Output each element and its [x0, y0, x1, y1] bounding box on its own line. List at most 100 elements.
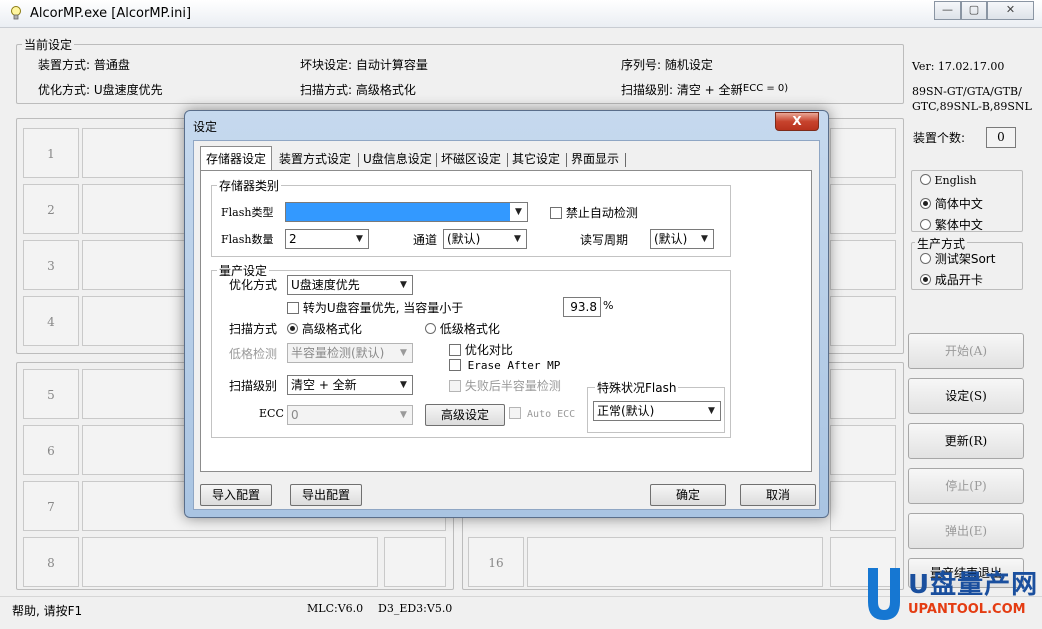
slot-4-number[interactable]: 4	[23, 296, 79, 346]
dialog-title: 设定	[193, 120, 218, 134]
slot-2-number[interactable]: 2	[23, 184, 79, 234]
scan-mode-label: 扫描方式	[229, 322, 278, 336]
tab-separator	[566, 153, 567, 167]
slot-8-number[interactable]: 8	[23, 537, 79, 587]
start-button[interactable]: 开始(A)	[908, 333, 1024, 369]
percent-label: %	[603, 299, 614, 312]
slot-3-number[interactable]: 3	[23, 240, 79, 290]
production-radio-card[interactable]	[920, 274, 931, 285]
language-option-english[interactable]: English	[920, 174, 976, 187]
rw-cycle-select[interactable]: (默认) ▼	[650, 229, 714, 249]
optimize-select[interactable]: U盘速度优先 ▼	[287, 275, 413, 295]
slot-1-number[interactable]: 1	[23, 128, 79, 178]
eject-button[interactable]: 弹出(E)	[908, 513, 1024, 549]
d3-version: D3_ED3:V5.0	[378, 602, 453, 615]
flash-type-select[interactable]: ▼	[285, 202, 528, 222]
optimize-compare-checkbox[interactable]	[449, 344, 461, 356]
models-line-1: 89SN-GT/GTA/GTB/	[912, 85, 1022, 98]
special-flash-select[interactable]: 正常(默认) ▼	[593, 401, 721, 421]
chevron-down-icon[interactable]: ▼	[395, 344, 412, 362]
channel-select[interactable]: (默认) ▼	[443, 229, 527, 249]
erase-after-mp-option[interactable]: Erase After MP	[449, 359, 560, 372]
language-radio-simplified[interactable]	[920, 198, 931, 209]
language-option-traditional[interactable]: 繁体中文	[920, 216, 983, 233]
refresh-button[interactable]: 更新(R)	[908, 423, 1024, 459]
maximize-button[interactable]: ▢	[961, 1, 987, 20]
chevron-down-icon[interactable]: ▼	[395, 276, 412, 294]
ok-button[interactable]: 确定	[650, 484, 726, 506]
device-count-label: 装置个数:	[913, 131, 966, 145]
erase-after-mp-checkbox[interactable]	[449, 359, 461, 371]
chevron-down-icon[interactable]: ▼	[395, 406, 412, 424]
scan-low-radio[interactable]	[425, 323, 436, 334]
chevron-down-icon[interactable]: ▼	[395, 376, 412, 394]
stop-button[interactable]: 停止(P)	[908, 468, 1024, 504]
models-line-2: GTC,89SNL-B,89SNL	[912, 100, 1032, 113]
chevron-down-icon[interactable]: ▼	[351, 230, 368, 248]
language-option-simplified[interactable]: 简体中文	[920, 195, 983, 212]
tab-separator	[625, 153, 626, 167]
slot-8-status	[82, 537, 378, 587]
tab-separator	[507, 153, 508, 167]
ecc-select[interactable]: 0 ▼	[287, 405, 413, 425]
low-check-select[interactable]: 半容量检测(默认) ▼	[287, 343, 413, 363]
chevron-down-icon[interactable]: ▼	[703, 402, 720, 420]
settings-dialog: 设定 X 存储器设定 装置方式设定 U盘信息设定 坏磁区设定 其它设定 界面显示…	[184, 110, 829, 518]
chevron-down-icon[interactable]: ▼	[509, 230, 526, 248]
import-config-button[interactable]: 导入配置	[200, 484, 272, 506]
device-mode-text: 装置方式: 普通盘	[38, 58, 130, 72]
optimize-compare-option[interactable]: 优化对比	[449, 341, 513, 358]
production-option-sort[interactable]: 测试架Sort	[920, 250, 995, 267]
cancel-button[interactable]: 取消	[740, 484, 816, 506]
tab-other[interactable]: 其它设定	[512, 148, 560, 170]
tab-device-mode[interactable]: 装置方式设定	[279, 148, 351, 170]
language-radio-english[interactable]	[920, 174, 931, 185]
capacity-threshold-input[interactable]: 93.8	[563, 297, 601, 317]
scan-high-option[interactable]: 高级格式化	[287, 320, 362, 337]
scan-high-radio[interactable]	[287, 323, 298, 334]
slot-6-number[interactable]: 6	[23, 425, 79, 475]
dialog-close-button[interactable]: X	[775, 112, 819, 131]
low-check-label: 低格检测	[229, 347, 278, 361]
fail-half-option[interactable]: 失败后半容量检测	[449, 377, 561, 394]
disable-autodetect-checkbox[interactable]	[550, 207, 562, 219]
tab-storage[interactable]: 存储器设定	[200, 146, 273, 171]
flash-type-label: Flash类型	[221, 206, 274, 219]
slot-5-number[interactable]: 5	[23, 369, 79, 419]
bad-block-text: 坏块设定: 自动计算容量	[300, 58, 428, 72]
chevron-down-icon[interactable]: ▼	[510, 203, 527, 221]
close-button[interactable]: ✕	[987, 1, 1034, 20]
auto-ecc-option[interactable]: Auto ECC	[509, 407, 575, 420]
storage-tab-panel: 存储器类别 Flash类型 ▼ 禁止自动检测 Flash数量 2 ▼ 通道 (默…	[200, 170, 812, 472]
scan-low-option[interactable]: 低级格式化	[425, 320, 500, 337]
auto-ecc-checkbox[interactable]	[509, 407, 521, 419]
export-config-button[interactable]: 导出配置	[290, 484, 362, 506]
capacity-priority-checkbox[interactable]	[287, 302, 299, 314]
ecc-note-text: (ECC = 0)	[739, 83, 789, 94]
tab-udisk-info[interactable]: U盘信息设定	[363, 148, 432, 170]
tab-separator	[358, 153, 359, 167]
capacity-priority-option[interactable]: 转为U盘容量优先, 当容量小于	[287, 299, 463, 316]
language-radio-traditional[interactable]	[920, 219, 931, 230]
production-option-card[interactable]: 成品开卡	[920, 271, 983, 288]
settings-button[interactable]: 设定(S)	[908, 378, 1024, 414]
scan-level-select[interactable]: 清空 + 全新 ▼	[287, 375, 413, 395]
slot-7-number[interactable]: 7	[23, 481, 79, 531]
chevron-down-icon[interactable]: ▼	[696, 230, 713, 248]
disable-autodetect-option[interactable]: 禁止自动检测	[550, 204, 638, 221]
fail-half-checkbox[interactable]	[449, 380, 461, 392]
slot-9-extra	[830, 128, 896, 178]
tab-display[interactable]: 界面显示	[571, 148, 619, 170]
slot-16-number[interactable]: 16	[468, 537, 524, 587]
slot-12-extra	[830, 296, 896, 346]
version-text: Ver: 17.02.17.00	[912, 60, 1005, 73]
production-radio-sort[interactable]	[920, 253, 931, 264]
minimize-button[interactable]: —	[934, 1, 961, 20]
lightbulb-icon	[11, 6, 21, 20]
advanced-settings-button[interactable]: 高级设定	[425, 404, 505, 426]
tab-bad-sector[interactable]: 坏磁区设定	[441, 148, 501, 170]
slot-13-extra	[830, 369, 896, 419]
optimize-label: 优化方式	[229, 278, 278, 292]
watermark-brand: U盘量产网	[908, 570, 1039, 600]
flash-count-select[interactable]: 2 ▼	[285, 229, 369, 249]
